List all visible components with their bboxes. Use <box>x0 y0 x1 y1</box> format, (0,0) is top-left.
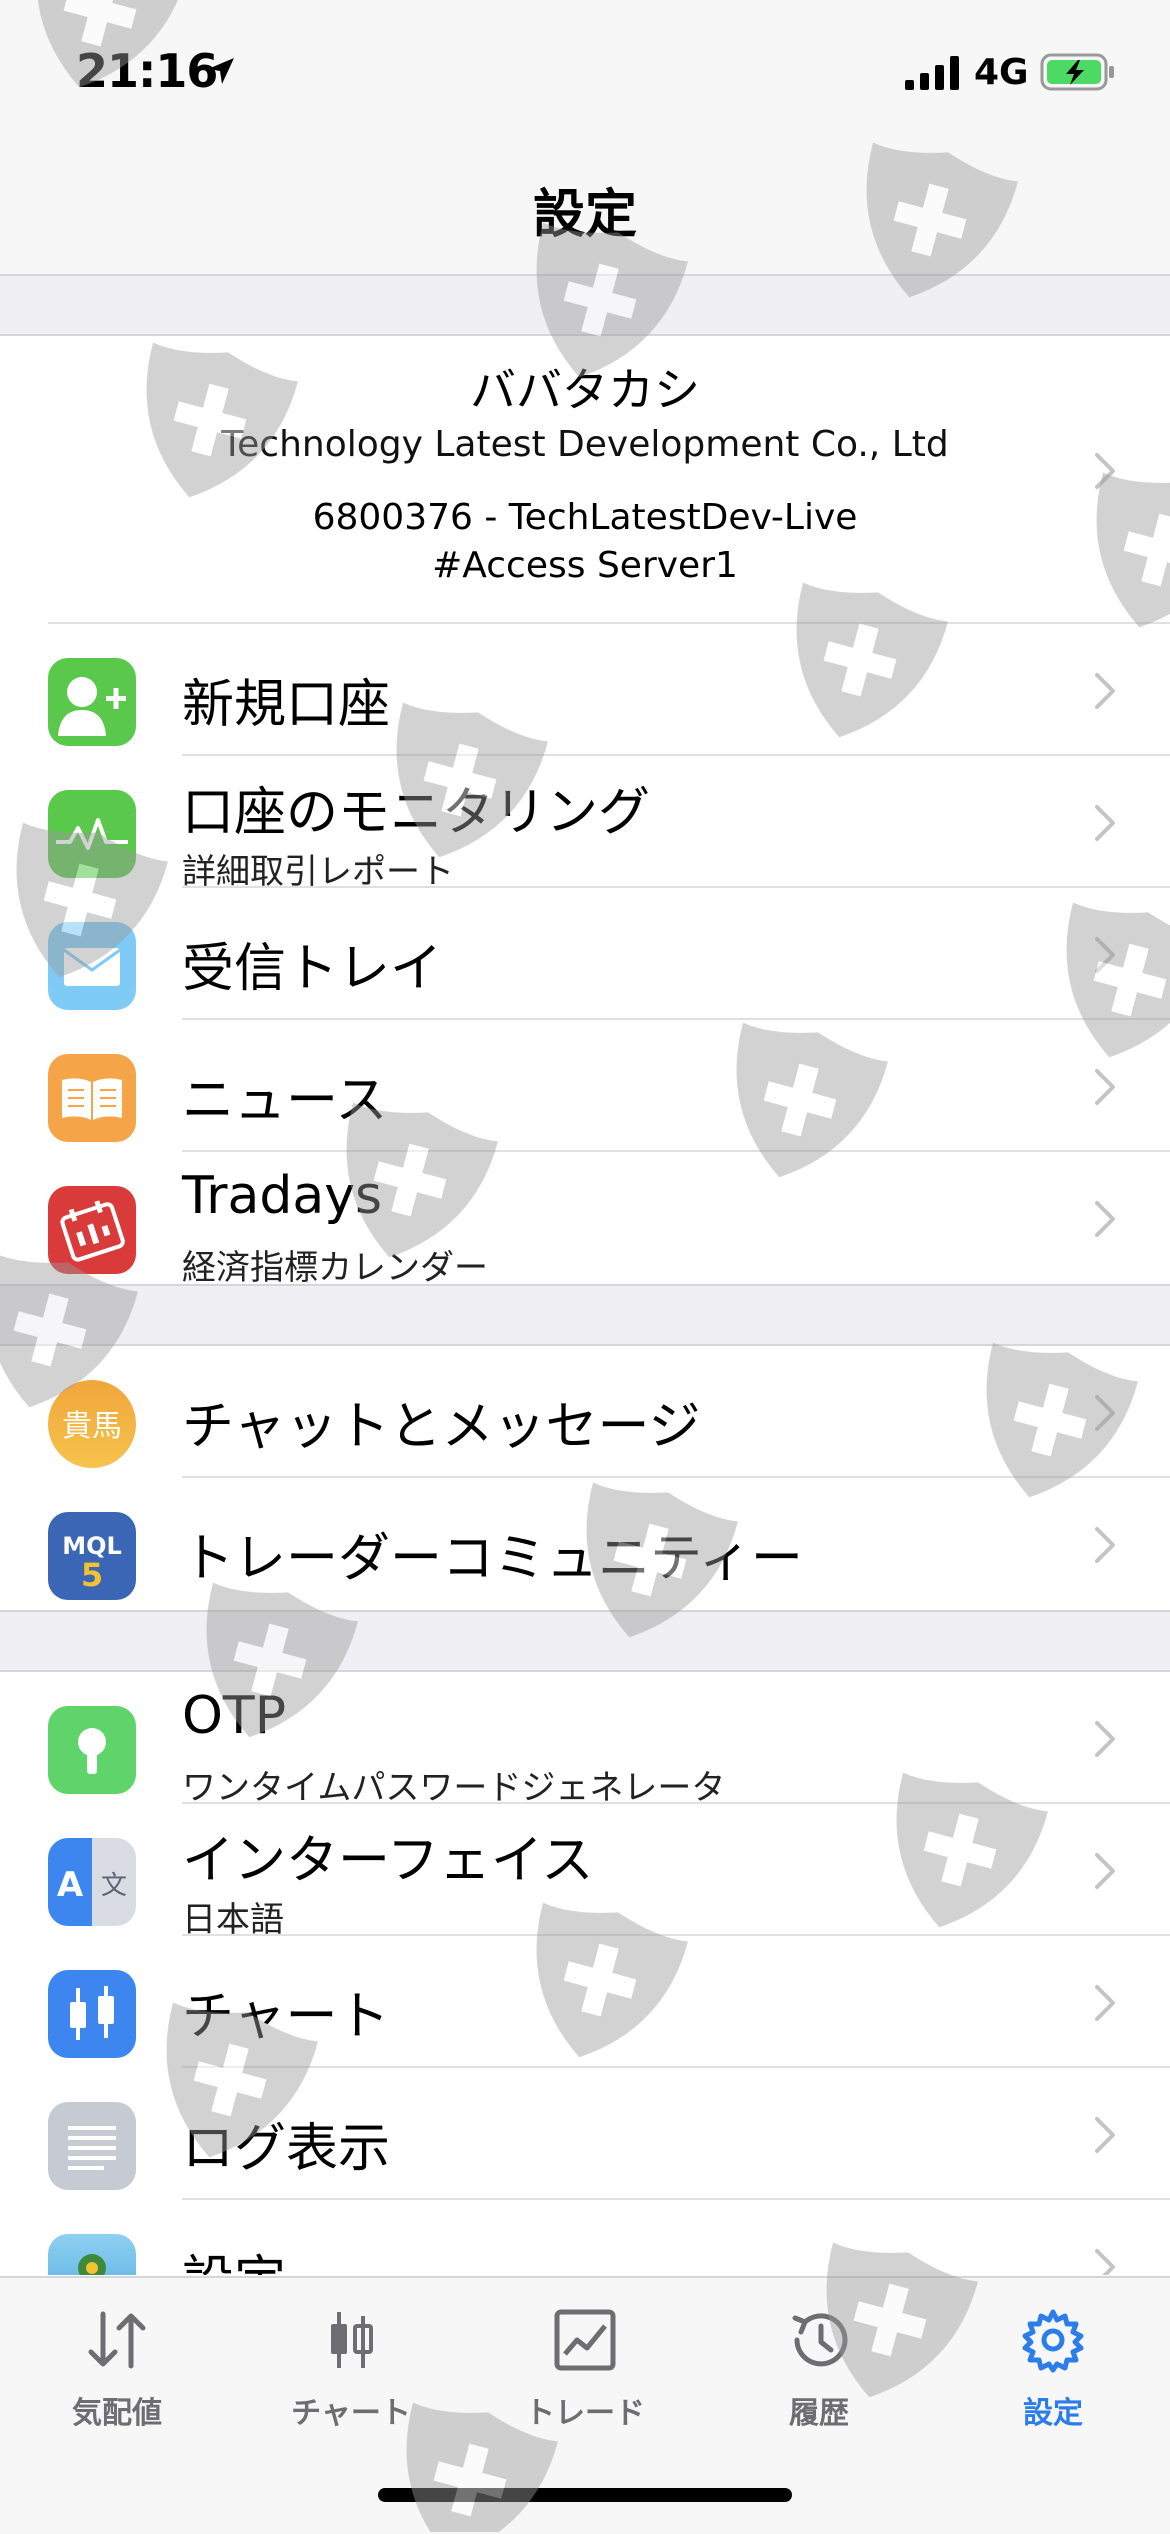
account-row[interactable]: ババタカシ Technology Latest Development Co.,… <box>48 336 1170 624</box>
otp-lock-icon <box>48 1706 136 1794</box>
log-icon <box>48 2102 136 2190</box>
tab-chart[interactable]: チャート <box>234 2278 468 2448</box>
menu-item-sublabel: 経済指標カレンダー <box>182 1248 488 1288</box>
battery-charging-icon <box>1040 52 1116 96</box>
settings-gear-icon <box>1019 2306 1087 2378</box>
tab-label: 設定 <box>1023 2396 1083 2431</box>
chevron-right-icon <box>1094 1200 1116 1242</box>
menu-item-new-account[interactable]: 新規口座 <box>0 624 1170 756</box>
tab-label: 気配値 <box>72 2396 162 2431</box>
svg-text:文: 文 <box>101 1871 127 1901</box>
svg-text:A: A <box>57 1865 84 1905</box>
menu-item-label: ニュース <box>182 1071 388 1131</box>
tab-history[interactable]: 履歴 <box>702 2278 936 2448</box>
menu-item-label: ログ表示 <box>182 2119 391 2179</box>
menu-item-label: チャットとメッセージ <box>182 1397 701 1457</box>
section-spacer <box>0 276 1170 336</box>
translate-icon: A 文 <box>48 1838 136 1926</box>
chart-bars-icon <box>317 2306 385 2378</box>
account-server: #Access Server1 <box>432 545 738 586</box>
tradays-icon <box>48 1186 136 1274</box>
status-bar: 21:16 4G <box>0 0 1170 140</box>
network-type: 4G <box>974 52 1029 93</box>
metatrader-icon <box>48 2234 136 2275</box>
mail-icon <box>48 922 136 1010</box>
page-title: 設定 <box>532 185 637 245</box>
chevron-right-icon <box>1094 1720 1116 1762</box>
account-name: ババタカシ <box>470 363 700 417</box>
tab-label: 履歴 <box>789 2396 849 2431</box>
menu-item-label: チャート <box>182 1987 390 2047</box>
menu-item-label: 新規口座 <box>182 675 391 735</box>
menu-item-label: 設定 <box>182 2238 286 2275</box>
account-company: Technology Latest Development Co., Ltd <box>221 424 949 465</box>
chevron-right-icon <box>1094 804 1116 846</box>
settings-group-account: ババタカシ Technology Latest Development Co.,… <box>0 336 1170 1288</box>
mql5-icon: MQL 5 <box>48 1512 136 1600</box>
menu-item-label: Tradays <box>182 1166 383 1226</box>
account-number: 6800376 - TechLatestDev-Live <box>312 497 858 538</box>
book-icon <box>48 1054 136 1142</box>
chevron-right-icon <box>1094 936 1116 978</box>
menu-item-label: 受信トレイ <box>182 939 443 999</box>
menu-item-account-monitoring[interactable]: 口座のモニタリング 詳細取引レポート <box>0 756 1170 892</box>
tab-label: チャート <box>291 2396 411 2431</box>
navigation-bar: 設定 <box>0 140 1170 276</box>
menu-item-label: トレーダーコミュニティー <box>182 1529 803 1589</box>
cellular-signal-icon <box>905 56 961 94</box>
tab-settings[interactable]: 設定 <box>936 2278 1170 2448</box>
menu-item-label: 口座のモニタリング <box>182 783 651 843</box>
add-user-icon <box>48 658 136 746</box>
candlestick-icon <box>48 1970 136 2058</box>
menu-item-interface[interactable]: A 文 インターフェイス 日本語 <box>0 1804 1170 1940</box>
menu-item-chart[interactable]: チャート <box>0 1936 1170 2068</box>
menu-item-label: OTP <box>182 1686 287 1746</box>
menu-item-news[interactable]: ニュース <box>0 1020 1170 1152</box>
settings-group-tools: OTP ワンタイムパスワードジェネレータ A 文 インターフェイス 日本語 チャ… <box>0 1672 1170 2275</box>
quotes-arrows-icon <box>83 2306 151 2378</box>
chevron-right-icon <box>1094 1984 1116 2026</box>
section-spacer <box>0 1612 1170 1672</box>
menu-item-inbox[interactable]: 受信トレイ <box>0 888 1170 1020</box>
chat-avatar-icon: 貴馬 <box>48 1380 136 1468</box>
trade-chart-icon <box>551 2306 619 2378</box>
status-time: 21:16 <box>76 44 218 98</box>
settings-list[interactable]: ババタカシ Technology Latest Development Co.,… <box>0 276 1170 2275</box>
menu-item-settings[interactable]: 設定 <box>0 2200 1170 2275</box>
menu-item-log[interactable]: ログ表示 <box>0 2068 1170 2200</box>
svg-text:5: 5 <box>81 1556 103 1594</box>
monitoring-icon <box>48 790 136 878</box>
menu-item-label: インターフェイス <box>182 1831 594 1891</box>
menu-item-otp[interactable]: OTP ワンタイムパスワードジェネレータ <box>0 1672 1170 1808</box>
chevron-right-icon <box>1094 452 1116 494</box>
chevron-right-icon <box>1094 672 1116 714</box>
home-indicator <box>378 2488 792 2502</box>
chevron-right-icon <box>1094 1852 1116 1894</box>
avatar-text: 貴馬 <box>62 1409 122 1444</box>
chevron-right-icon <box>1094 1394 1116 1436</box>
chevron-right-icon <box>1094 2248 1116 2275</box>
chevron-right-icon <box>1094 1526 1116 1568</box>
chevron-right-icon <box>1094 1068 1116 1110</box>
tab-trade[interactable]: トレード <box>468 2278 702 2448</box>
history-clock-icon <box>785 2306 853 2378</box>
menu-item-tradays[interactable]: Tradays 経済指標カレンダー <box>0 1152 1170 1288</box>
menu-item-trader-community[interactable]: MQL 5 トレーダーコミュニティー <box>0 1478 1170 1610</box>
menu-item-chat-messages[interactable]: 貴馬 チャットとメッセージ <box>0 1346 1170 1478</box>
tab-quotes[interactable]: 気配値 <box>0 2278 234 2448</box>
chevron-right-icon <box>1094 2116 1116 2158</box>
section-spacer <box>0 1286 1170 1346</box>
settings-group-community: 貴馬 チャットとメッセージ MQL 5 トレーダーコミュニティー <box>0 1346 1170 1612</box>
tab-label: トレード <box>525 2396 645 2431</box>
location-arrow-icon <box>206 56 236 90</box>
